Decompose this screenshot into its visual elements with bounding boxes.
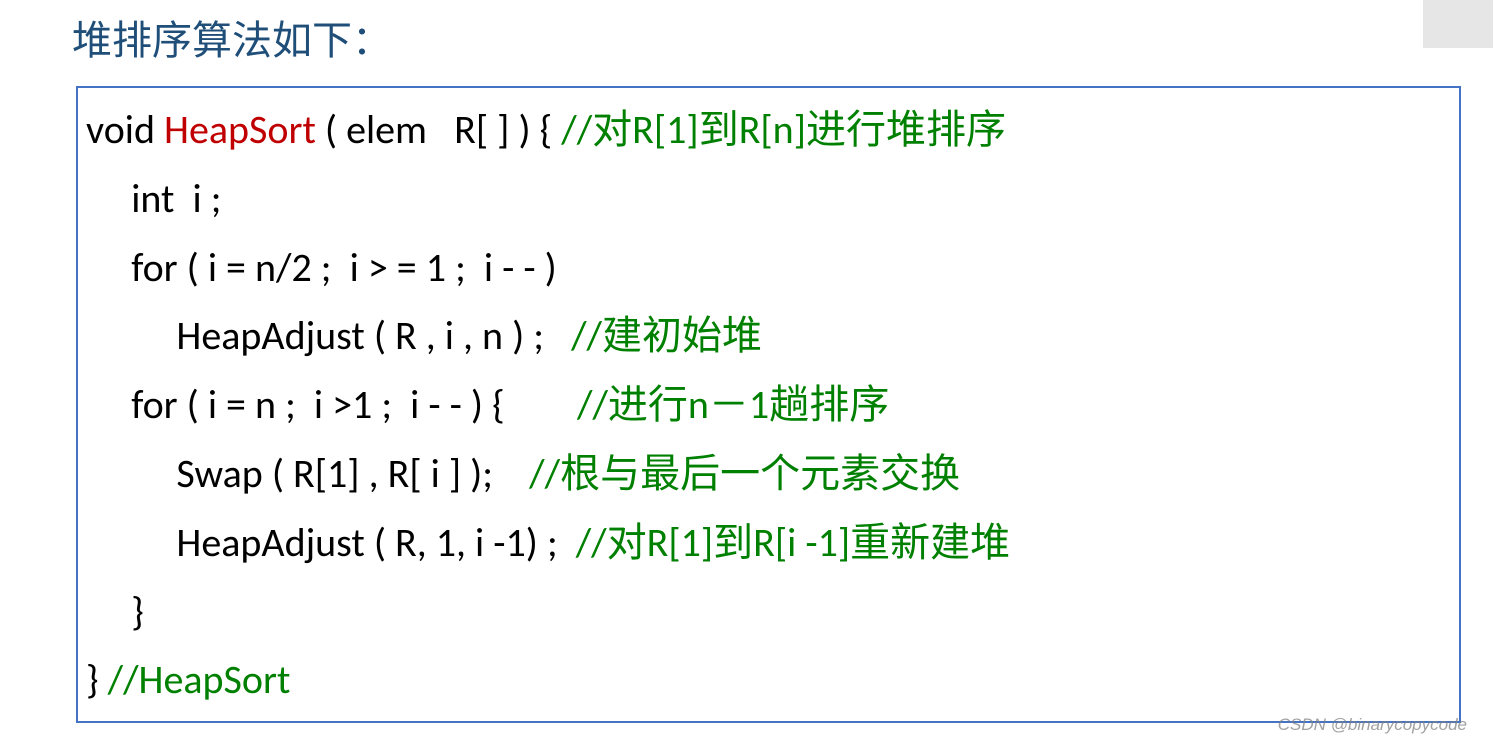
code-line-4: HeapAdjust ( R , i , n ) ; //建初始堆 <box>86 302 1451 371</box>
code-text: } <box>86 655 108 704</box>
code-text: Swap ( R[1] , R[ i ] ); <box>86 449 529 498</box>
code-comment: //根与最后一个元素交换 <box>529 449 960 498</box>
code-line-1: void HeapSort ( elem R[ ] ) { //对R[1]到R[… <box>86 96 1451 165</box>
code-line-8: } <box>86 578 1451 647</box>
code-comment: //对R[1]到R[i -1]重新建堆 <box>576 518 1010 567</box>
code-comment: //建初始堆 <box>571 311 762 360</box>
code-line-3: for ( i = n/2 ; i > = 1 ; i - - ) <box>86 234 1451 303</box>
code-text: for ( i = n/2 ; i > = 1 ; i - - ) <box>86 243 557 292</box>
section-title: 堆排序算法如下： <box>0 0 1493 86</box>
code-comment: //对R[1]到R[n]进行堆排序 <box>561 105 1006 154</box>
code-text: void <box>86 105 164 154</box>
code-text: int i ; <box>86 174 221 223</box>
function-name: HeapSort <box>164 105 316 154</box>
code-text: for ( i = n ; i >1 ; i - - ) { <box>86 380 577 429</box>
code-comment: //HeapSort <box>108 655 291 704</box>
code-text: ( elem R[ ] ) { <box>316 105 561 154</box>
code-line-9: } //HeapSort <box>86 646 1451 715</box>
code-line-2: int i ; <box>86 165 1451 234</box>
code-text: } <box>86 587 144 636</box>
code-comment: //进行n－1趟排序 <box>577 380 889 429</box>
code-line-6: Swap ( R[1] , R[ i ] ); //根与最后一个元素交换 <box>86 440 1451 509</box>
corner-decoration <box>1423 0 1493 48</box>
code-line-5: for ( i = n ; i >1 ; i - - ) { //进行n－1趟排… <box>86 371 1451 440</box>
code-line-7: HeapAdjust ( R, 1, i -1) ; //对R[1]到R[i -… <box>86 509 1451 578</box>
code-text: HeapAdjust ( R, 1, i -1) ; <box>86 518 576 567</box>
watermark: CSDN @binarycopycode <box>1278 715 1467 735</box>
code-text: HeapAdjust ( R , i , n ) ; <box>86 311 571 360</box>
code-block: void HeapSort ( elem R[ ] ) { //对R[1]到R[… <box>76 86 1461 723</box>
